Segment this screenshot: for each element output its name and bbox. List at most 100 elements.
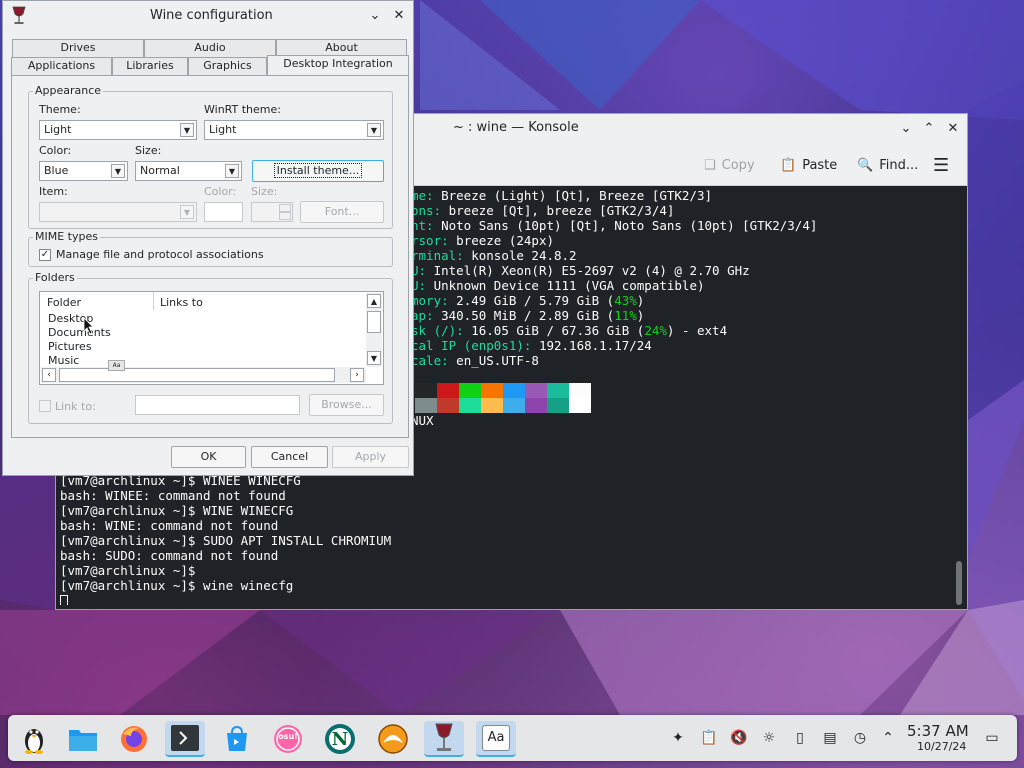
copy-button[interactable]: ❏ Copy <box>704 154 755 176</box>
link-to-label: Link to: <box>55 400 96 413</box>
terminal-cursor <box>60 593 391 605</box>
palette-swatch <box>525 398 547 413</box>
tab-graphics[interactable]: Graphics <box>188 57 267 75</box>
theme-select[interactable]: Light ▼ <box>39 120 197 140</box>
fetch-line: sk (/): 16.05 GiB / 67.36 GiB (24%) - ex… <box>411 323 728 338</box>
manage-associations-checkbox[interactable]: ✓ <box>39 249 51 261</box>
show-desktop-icon[interactable]: ▭ <box>983 729 1001 747</box>
item-label: Item: <box>39 185 68 198</box>
paste-button[interactable]: 📋 Paste <box>780 154 837 176</box>
font-button[interactable]: Font... <box>300 201 384 223</box>
links-column-header[interactable]: Links to <box>154 292 366 310</box>
appearance-label: Appearance <box>33 84 104 97</box>
tab-drives[interactable]: Drives <box>12 39 144 57</box>
close-icon[interactable]: ✕ <box>943 119 963 139</box>
taskbar-file-manager[interactable] <box>63 721 103 757</box>
chevron-up-icon[interactable]: ▲ <box>367 294 381 308</box>
taskbar-konsole[interactable] <box>165 721 205 757</box>
folder-item-documents[interactable]: Documents <box>48 326 111 339</box>
fetch-line: cale: en_US.UTF-8 <box>411 353 539 368</box>
drag-tooltip: Aa <box>108 360 125 371</box>
wine-window-title: Wine configuration <box>150 8 273 23</box>
taskbar-font-viewer[interactable]: Aa <box>476 721 516 757</box>
clock-time[interactable]: 5:37 AM <box>907 722 969 740</box>
volume-muted-icon[interactable]: 🔇 <box>730 729 748 747</box>
terminal-scrollbar[interactable] <box>956 561 962 605</box>
chevron-down-icon: ▼ <box>367 123 381 137</box>
cancel-button[interactable]: Cancel <box>251 446 328 468</box>
install-theme-button[interactable]: Install theme... <box>252 160 384 182</box>
close-icon[interactable]: ✕ <box>389 6 409 26</box>
item-size-spinner[interactable] <box>251 202 293 222</box>
folders-hscrollbar[interactable]: ‹ › <box>41 367 366 383</box>
brightness-icon[interactable]: ☼ <box>760 729 778 747</box>
link-to-field[interactable] <box>135 395 300 415</box>
taskbar-app-launcher[interactable] <box>14 721 54 757</box>
network-share-icon[interactable]: ✦ <box>669 729 687 747</box>
wine-glass-icon <box>435 723 453 751</box>
power-profile-icon[interactable]: ◷ <box>851 729 869 747</box>
history-line: bash: SUDO: command not found <box>60 548 279 563</box>
terminal-icon <box>171 725 199 751</box>
wine-titlebar[interactable]: Wine configuration ⌄ ✕ <box>3 1 413 31</box>
chevron-up-icon[interactable]: ⌃ <box>879 729 897 747</box>
fetch-line: nt: Noto Sans (10pt) [Qt], Noto Sans (10… <box>411 218 818 233</box>
mime-types-label: MIME types <box>33 230 100 243</box>
ok-button[interactable]: OK <box>171 446 246 468</box>
find-button[interactable]: 🔍 Find... <box>857 154 918 176</box>
item-select[interactable]: ▼ <box>39 202 197 222</box>
taskbar-osu[interactable]: osu! <box>268 721 308 757</box>
chevron-left-icon[interactable]: ‹ <box>42 368 56 382</box>
fetch-line: mory: 2.49 GiB / 5.79 GiB (43%) <box>411 293 645 308</box>
hscroll-thumb[interactable] <box>59 368 335 382</box>
spin-down-icon[interactable] <box>279 212 291 220</box>
tab-applications[interactable]: Applications <box>11 57 112 75</box>
usb-device-icon[interactable]: ▯ <box>791 729 809 747</box>
browse-button[interactable]: Browse... <box>309 394 384 416</box>
chevron-right-icon[interactable]: › <box>350 368 364 382</box>
winrt-theme-label: WinRT theme: <box>204 103 281 116</box>
palette-swatch <box>503 398 525 413</box>
winrt-theme-select[interactable]: Light ▼ <box>204 120 384 140</box>
taskbar-discover[interactable] <box>217 721 257 757</box>
clipboard-icon[interactable]: 📋 <box>700 729 718 747</box>
history-line: [vm7@archlinux ~]$ SUDO APT INSTALL CHRO… <box>60 533 392 548</box>
maximize-icon[interactable]: ⌃ <box>919 119 939 139</box>
fetch-line: ap: 340.50 MiB / 2.89 GiB (11%) <box>411 308 645 323</box>
size-select[interactable]: Normal ▼ <box>135 161 242 181</box>
tab-audio[interactable]: Audio <box>144 39 276 57</box>
chevron-down-icon: ▼ <box>180 205 194 219</box>
folder-item-pictures[interactable]: Pictures <box>48 340 92 353</box>
tab-libraries[interactable]: Libraries <box>112 57 188 75</box>
link-to-checkbox[interactable] <box>39 400 51 412</box>
apply-button[interactable]: Apply <box>332 446 409 468</box>
minimize-icon[interactable]: ⌄ <box>896 119 916 139</box>
taskbar-netscape[interactable]: N <box>320 721 360 757</box>
hamburger-menu-icon[interactable]: ☰ <box>933 154 949 176</box>
folders-list[interactable]: Folder Links to Desktop Documents Pictur… <box>39 291 384 385</box>
taskbar-firefox[interactable] <box>114 721 154 757</box>
vscroll-thumb[interactable] <box>367 311 381 333</box>
fetch-line: U: Intel(R) Xeon(R) E5-2697 v2 (4) @ 2.7… <box>411 263 750 278</box>
palette-swatch <box>459 383 481 398</box>
minimize-icon[interactable]: ⌄ <box>365 6 385 26</box>
theme-label: Theme: <box>39 103 81 116</box>
item-color-field[interactable] <box>204 202 243 222</box>
tab-desktop-integration[interactable]: Desktop Integration <box>267 55 409 76</box>
folder-column-header[interactable]: Folder <box>40 292 154 310</box>
palette-swatch <box>569 383 591 398</box>
clock-date[interactable]: 10/27/24 <box>917 740 966 753</box>
wine-app-icon <box>378 724 408 754</box>
chevron-down-icon[interactable]: ▼ <box>367 351 381 365</box>
palette-swatch <box>547 398 569 413</box>
folder-item-music[interactable]: Music <box>48 354 79 367</box>
taskbar-wine-config[interactable] <box>424 721 464 757</box>
folders-vscrollbar[interactable]: ▲ ▼ <box>366 293 382 367</box>
notifications-icon[interactable]: ▤ <box>821 729 839 747</box>
palette-swatch <box>547 383 569 398</box>
netscape-letter: N <box>331 729 349 750</box>
taskbar-wine-app[interactable] <box>373 721 413 757</box>
fetch-line: U: Unknown Device 1111 (VGA compatible) <box>411 278 705 293</box>
color-select[interactable]: Blue ▼ <box>39 161 128 181</box>
spin-up-icon[interactable] <box>279 204 291 212</box>
